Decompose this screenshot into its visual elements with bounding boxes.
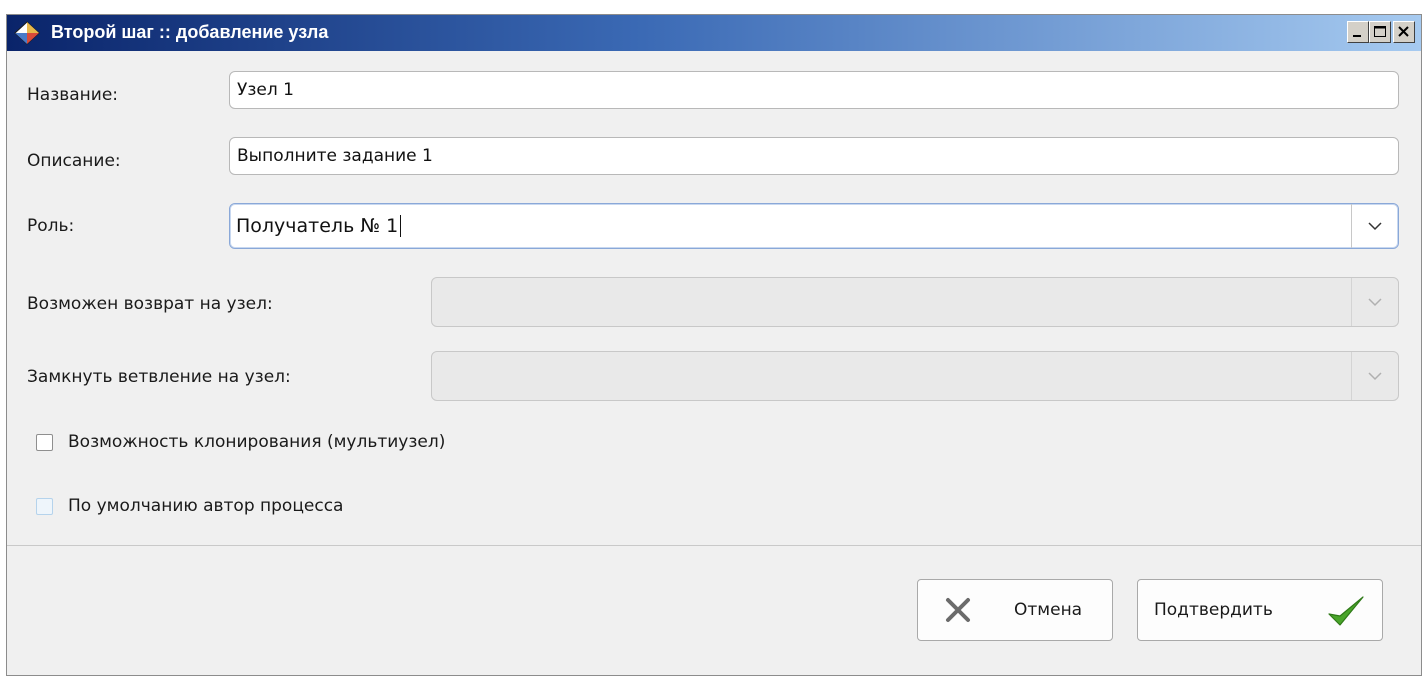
window-title: Второй шаг :: добавление узла — [51, 22, 329, 42]
author-label[interactable]: По умолчанию автор процесса — [68, 496, 343, 516]
cancel-button[interactable]: Отмена — [917, 579, 1113, 641]
role-value: Получатель № 1 — [236, 215, 399, 237]
x-icon — [946, 598, 970, 622]
maximize-icon — [1374, 26, 1386, 37]
clone-checkbox[interactable] — [36, 434, 53, 451]
checkmark-icon — [1328, 596, 1364, 626]
close-button[interactable] — [1393, 21, 1415, 43]
chevron-down-icon — [1368, 372, 1382, 381]
close-branch-dropdown-button — [1351, 352, 1398, 400]
role-dropdown-button[interactable] — [1351, 204, 1398, 248]
maximize-button[interactable] — [1369, 21, 1391, 43]
diamond-app-icon — [14, 21, 40, 45]
clone-label[interactable]: Возможность клонирования (мультиузел) — [68, 432, 445, 452]
return-label: Возможен возврат на узел: — [27, 294, 273, 314]
author-checkbox[interactable] — [36, 498, 53, 515]
chevron-down-icon — [1368, 298, 1382, 307]
name-input[interactable] — [229, 71, 1399, 109]
separator-line — [7, 545, 1421, 546]
cancel-label: Отмена — [1014, 600, 1083, 620]
description-label: Описание: — [27, 151, 121, 171]
chevron-down-icon — [1368, 222, 1382, 231]
close-branch-combobox — [431, 351, 1399, 401]
close-branch-label: Замкнуть ветвление на узел: — [27, 367, 291, 387]
minimize-icon — [1353, 35, 1361, 37]
title-bar[interactable]: Второй шаг :: добавление узла — [7, 15, 1421, 51]
confirm-button[interactable]: Подтвердить — [1137, 579, 1383, 641]
dialog-window: Второй шаг :: добавление узла Название: … — [6, 14, 1422, 676]
name-label: Название: — [27, 85, 119, 105]
minimize-button[interactable] — [1347, 21, 1369, 43]
confirm-label: Подтвердить — [1154, 600, 1273, 620]
text-caret — [400, 215, 402, 237]
return-dropdown-button — [1351, 278, 1398, 326]
role-combobox[interactable]: Получатель № 1 — [229, 203, 1399, 249]
return-combobox — [431, 277, 1399, 327]
description-input[interactable] — [229, 137, 1399, 175]
close-icon — [1398, 26, 1409, 37]
role-label: Роль: — [27, 216, 75, 236]
